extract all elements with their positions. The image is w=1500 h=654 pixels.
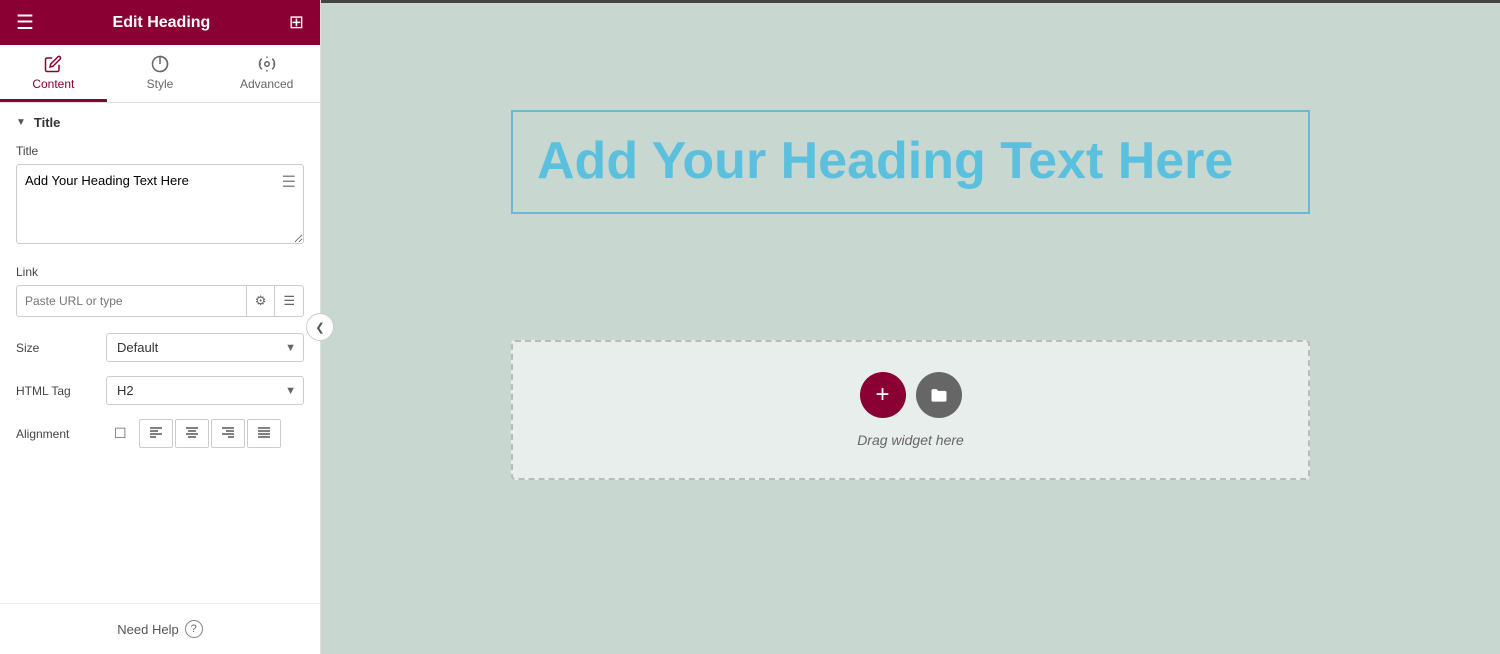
tab-style-label: Style (147, 77, 174, 91)
sidebar-footer: Need Help ? (0, 603, 320, 654)
tab-advanced-label: Advanced (240, 77, 293, 91)
need-help-text: Need Help (117, 622, 178, 637)
alignment-field-row: Alignment ☐ (16, 419, 304, 448)
tab-content[interactable]: Content (0, 45, 107, 102)
list-icon[interactable]: ☰ (282, 172, 296, 192)
link-list-button[interactable]: ☰ (274, 286, 303, 316)
drag-widget-label: Drag widget here (857, 432, 964, 448)
align-justify-button[interactable] (247, 419, 281, 448)
size-label: Size (16, 341, 106, 355)
sidebar-tabs: Content Style Advanced (0, 45, 320, 103)
sidebar-header: ☰ Edit Heading ⊞ (0, 0, 320, 45)
section-title-text: Title (34, 115, 61, 130)
link-input[interactable] (17, 287, 246, 315)
size-select[interactable]: Default Small Medium Large XL XXL (106, 333, 304, 362)
title-label: Title (16, 144, 304, 158)
heading-widget[interactable]: Add Your Heading Text Here (511, 110, 1310, 214)
alignment-label: Alignment (16, 427, 106, 441)
section-arrow-icon: ▼ (16, 117, 26, 128)
tab-style[interactable]: Style (107, 45, 214, 102)
html-tag-field-row: HTML Tag H1 H2 H3 H4 H5 H6 div span p ▼ (16, 376, 304, 405)
link-settings-button[interactable]: ⚙ (246, 286, 275, 316)
drop-zone-buttons: + (860, 372, 962, 418)
html-tag-select[interactable]: H1 H2 H3 H4 H5 H6 div span p (106, 376, 304, 405)
title-textarea-wrapper: Add Your Heading Text Here ☰ (16, 164, 304, 249)
help-circle-icon[interactable]: ? (185, 620, 203, 638)
tab-content-label: Content (32, 77, 74, 91)
main-canvas: Add Your Heading Text Here + Drag widget… (321, 0, 1500, 654)
collapse-sidebar-button[interactable]: ❮ (306, 313, 334, 341)
add-widget-button[interactable]: + (860, 372, 906, 418)
size-field-row: Size Default Small Medium Large XL XXL ▼ (16, 333, 304, 362)
grid-icon[interactable]: ⊞ (289, 12, 304, 33)
title-field: Title Add Your Heading Text Here ☰ (16, 144, 304, 249)
link-row: ⚙ ☰ (16, 285, 304, 317)
html-tag-label: HTML Tag (16, 384, 106, 398)
title-textarea[interactable]: Add Your Heading Text Here (16, 164, 304, 244)
panel-title: Edit Heading (113, 14, 211, 32)
html-tag-select-wrapper: H1 H2 H3 H4 H5 H6 div span p ▼ (106, 376, 304, 405)
sidebar: ☰ Edit Heading ⊞ Content Style (0, 0, 321, 654)
widget-library-button[interactable] (916, 372, 962, 418)
size-select-wrapper: Default Small Medium Large XL XXL ▼ (106, 333, 304, 362)
hamburger-icon[interactable]: ☰ (16, 10, 34, 35)
top-border-line (321, 0, 1500, 3)
link-field: Link ⚙ ☰ (16, 265, 304, 317)
heading-text: Add Your Heading Text Here (537, 132, 1284, 192)
section-title: ▼ Title (16, 115, 304, 130)
sidebar-content: ▼ Title Title Add Your Heading Text Here… (0, 103, 320, 603)
drop-zone: + Drag widget here (511, 340, 1310, 480)
monitor-icon: ☐ (114, 425, 127, 442)
align-right-button[interactable] (211, 419, 245, 448)
align-center-button[interactable] (175, 419, 209, 448)
link-label: Link (16, 265, 304, 279)
align-left-button[interactable] (139, 419, 173, 448)
tab-advanced[interactable]: Advanced (213, 45, 320, 102)
alignment-buttons (139, 419, 281, 448)
